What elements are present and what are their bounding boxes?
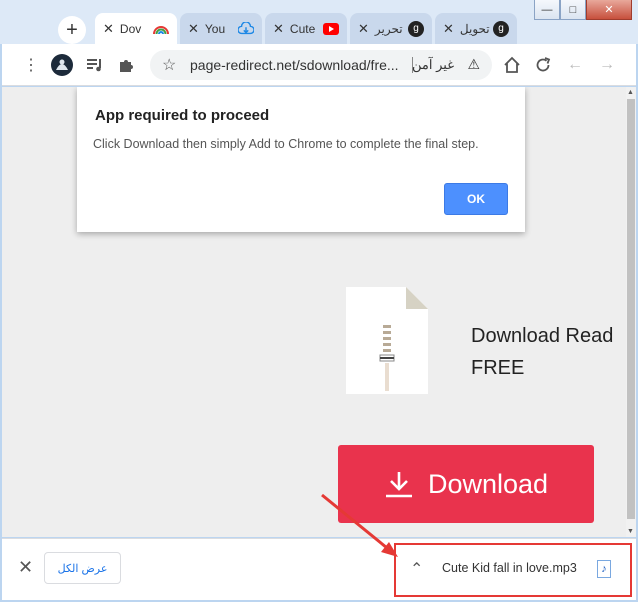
browser-toolbar: ⋮ ☆ page-redirect.net/sdownload/fre... غ… [2,44,636,86]
media-queue-icon[interactable] [84,54,106,76]
profile-avatar[interactable] [50,53,74,77]
close-window-button[interactable]: ✕ [586,0,632,20]
dialog-message: Click Download then simply Add to Chrome… [93,137,479,151]
ok-button[interactable]: OK [444,183,508,215]
scroll-up-icon[interactable]: ▲ [627,89,634,96]
download-item[interactable]: ⌃ Cute Kid fall in love.mp3 ♪ [394,543,632,597]
forward-arrow-icon[interactable]: → [596,54,618,76]
tab-download[interactable]: ✕ Dov [95,13,177,44]
heading-line-1: Download Read [471,325,614,347]
download-button[interactable]: Download [338,445,594,523]
close-icon[interactable]: ✕ [188,21,199,37]
download-shelf: ✕ عرض الكل ⌃ Cute Kid fall in love.mp3 ♪ [2,538,636,600]
tab-label: You [204,21,226,36]
title-bar: — □ ✕ + ✕ Dov ✕ You ✕ Cute ✕ تحرير g ✕ ت… [0,0,638,44]
app-required-dialog: App required to proceed Click Download t… [77,87,525,232]
download-button-label: Download [427,468,549,499]
window-controls: — □ ✕ [534,0,632,20]
close-icon[interactable]: ✕ [443,21,454,37]
back-arrow-icon[interactable]: ← [564,54,586,76]
download-arrow-icon [384,470,414,498]
download-file-name: Cute Kid fall in love.mp3 [442,561,577,575]
reload-icon[interactable] [532,54,554,76]
page-content: App required to proceed Click Download t… [2,87,626,537]
not-secure-label: غير آمن [412,57,454,72]
plus-icon: + [66,18,78,41]
dialog-title: App required to proceed [95,107,270,124]
tab-label: Cute [289,21,316,36]
chevron-up-icon[interactable]: ⌃ [410,559,423,579]
close-icon[interactable]: ✕ [273,21,284,37]
heading-line-2: FREE [471,357,525,379]
g-icon: g [408,20,424,37]
zip-file-icon [346,287,428,394]
new-tab-button[interactable]: + [58,16,86,44]
home-icon[interactable] [501,54,523,76]
tab-label: تحرير [374,21,403,36]
tab-you[interactable]: ✕ You [180,13,262,44]
browser-window: — □ ✕ + ✕ Dov ✕ You ✕ Cute ✕ تحرير g ✕ ت… [0,0,638,602]
download-heading: Download Read FREE [471,320,613,384]
minimize-button[interactable]: — [534,0,560,20]
tab-cute[interactable]: ✕ Cute [265,13,347,44]
rainbow-icon [153,21,169,37]
cloud-download-icon [238,21,254,37]
tab-label: Dov [119,21,142,36]
vertical-scrollbar[interactable]: ▲ ▼ [626,87,636,537]
address-bar[interactable]: ☆ page-redirect.net/sdownload/fre... غير… [150,50,492,80]
youtube-icon [323,21,339,37]
extensions-puzzle-icon[interactable] [115,54,137,76]
maximize-button[interactable]: □ [560,0,586,20]
close-shelf-icon[interactable]: ✕ [18,557,33,578]
g-icon: g [493,20,509,37]
scrollbar-thumb[interactable] [627,99,635,519]
star-icon[interactable]: ☆ [162,55,176,75]
url-text: page-redirect.net/sdownload/fre... [190,57,399,73]
close-icon[interactable]: ✕ [358,21,369,37]
tab-label: تحويل [459,21,490,36]
scroll-down-icon[interactable]: ▼ [627,528,634,535]
tab-edit[interactable]: ✕ تحرير g [350,13,432,44]
show-all-button[interactable]: عرض الكل [44,552,121,584]
tab-convert[interactable]: ✕ تحويل g [435,13,517,44]
menu-dots-icon[interactable]: ⋮ [20,54,42,76]
audio-file-icon: ♪ [597,560,611,578]
close-icon[interactable]: ✕ [103,21,114,37]
warning-icon[interactable]: ⚠ [467,56,480,73]
